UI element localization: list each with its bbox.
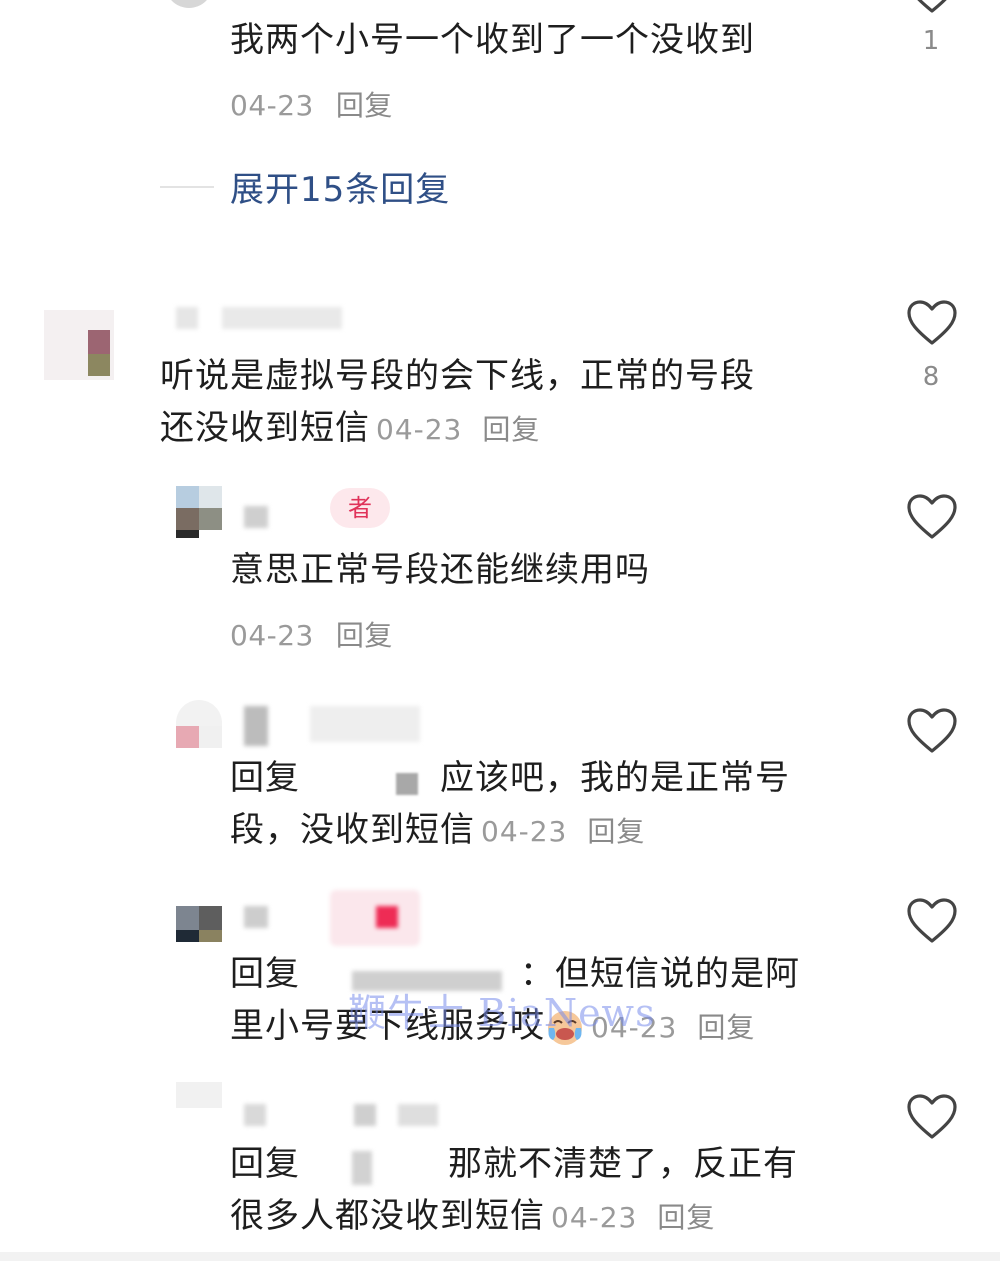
reply-button[interactable]: 回复 bbox=[336, 619, 393, 652]
comment-text: 回复 应该吧，我的是正常号 段，没收到短信 04-23 回复 bbox=[230, 752, 790, 858]
like-count: 8 bbox=[922, 362, 940, 392]
heart-outline-icon bbox=[917, 0, 947, 13]
reply-button[interactable]: 回复 bbox=[657, 1201, 715, 1234]
expand-replies-label: 展开15条回复 bbox=[230, 170, 451, 210]
comment-date: 04-23 bbox=[230, 89, 314, 122]
avatar[interactable] bbox=[44, 310, 114, 380]
comment-text-line: 听说是虚拟号段的会下线，正常的号段 bbox=[160, 356, 755, 396]
avatar[interactable] bbox=[176, 486, 222, 538]
bottom-divider bbox=[0, 1252, 1000, 1261]
comment-date: 04-23 bbox=[376, 413, 463, 446]
heart-outline-icon bbox=[907, 898, 957, 943]
like-button[interactable] bbox=[906, 494, 958, 540]
avatar[interactable] bbox=[176, 700, 222, 752]
like-button[interactable] bbox=[906, 1094, 958, 1140]
like-count: 1 bbox=[922, 26, 940, 56]
mention-username[interactable] bbox=[300, 1150, 448, 1185]
reply-button[interactable]: 回复 bbox=[336, 89, 393, 122]
reply-button[interactable]: 回复 bbox=[482, 413, 540, 446]
divider bbox=[160, 185, 214, 188]
comment-text: 我两个小号一个收到了一个没收到 bbox=[230, 20, 755, 60]
reply-button[interactable]: 回复 bbox=[587, 815, 645, 848]
comment-text: 听说是虚拟号段的会下线，正常的号段 还没收到短信 04-23 回复 bbox=[160, 350, 755, 456]
author-badge bbox=[330, 890, 420, 946]
like-button[interactable] bbox=[906, 300, 958, 346]
like-button[interactable] bbox=[906, 708, 958, 754]
reply-prefix: 回复 bbox=[230, 954, 300, 994]
avatar[interactable] bbox=[176, 1082, 222, 1108]
avatar[interactable] bbox=[176, 906, 222, 942]
reply-prefix: 回复 bbox=[230, 758, 300, 798]
username[interactable] bbox=[176, 307, 356, 329]
like-button[interactable] bbox=[906, 0, 958, 14]
like-button[interactable] bbox=[906, 898, 958, 944]
comment-text-line: 段，没收到短信 04-23 回复 bbox=[230, 804, 790, 858]
avatar[interactable] bbox=[165, 0, 213, 8]
comment-meta: 04-23 回复 bbox=[230, 614, 393, 654]
mention-username[interactable] bbox=[300, 765, 440, 795]
comment-text-line: 很多人都没收到短信 04-23 回复 bbox=[230, 1190, 798, 1244]
watermark: 鞭牛士 BiaNews bbox=[348, 991, 656, 1035]
comment-date: 04-23 bbox=[551, 1201, 638, 1234]
author-badge: 者 bbox=[330, 488, 390, 528]
comment-date: 04-23 bbox=[481, 815, 568, 848]
reply-prefix: 回复 bbox=[230, 1144, 300, 1184]
username[interactable] bbox=[244, 906, 268, 928]
username[interactable] bbox=[244, 506, 268, 528]
expand-replies-button[interactable]: 展开15条回复 bbox=[160, 162, 450, 211]
heart-outline-icon bbox=[907, 1094, 957, 1139]
comment-text-tail: 段，没收到短信 bbox=[230, 810, 475, 850]
username[interactable] bbox=[244, 706, 424, 746]
reply-button[interactable]: 回复 bbox=[697, 1011, 755, 1044]
comment-text-tail: 很多人都没收到短信 bbox=[230, 1196, 545, 1236]
comment-text-line: 回复 应该吧，我的是正常号 bbox=[230, 752, 790, 804]
heart-outline-icon bbox=[907, 300, 957, 345]
comment-text-body: 那就不清楚了，反正有 bbox=[448, 1144, 798, 1184]
comment-text-body: 应该吧，我的是正常号 bbox=[440, 758, 790, 798]
comment-text-line: 回复 那就不清楚了，反正有 bbox=[230, 1138, 798, 1190]
heart-outline-icon bbox=[907, 494, 957, 539]
comment-date: 04-23 bbox=[230, 619, 314, 652]
comment-text-tail: 还没收到短信 bbox=[160, 408, 370, 448]
comment-text: 意思正常号段还能继续用吗 bbox=[230, 550, 650, 590]
comment-meta: 04-23 回复 bbox=[230, 84, 393, 124]
username[interactable] bbox=[244, 1104, 444, 1126]
comment-text: 回复 那就不清楚了，反正有 很多人都没收到短信 04-23 回复 bbox=[230, 1138, 798, 1244]
heart-outline-icon bbox=[907, 708, 957, 753]
comment-text-line: 还没收到短信 04-23 回复 bbox=[160, 402, 755, 456]
